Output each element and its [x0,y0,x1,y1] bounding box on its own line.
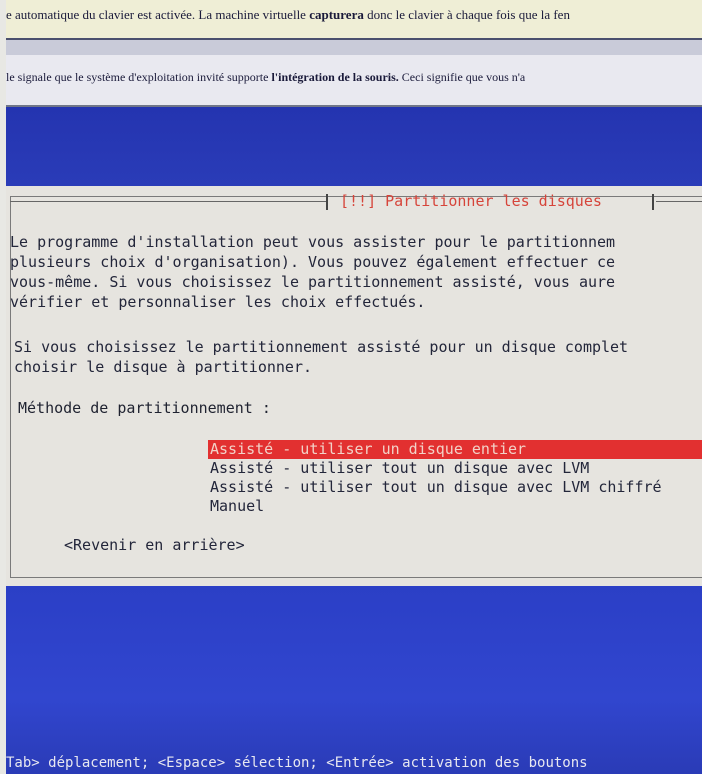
partition-method-list[interactable]: Assisté - utiliser un disque entier Assi… [208,440,702,516]
mouse-integration-text: le signale que le système d'exploitation… [6,70,526,84]
dialog-title-bar: [!!] Partitionner les disques [6,186,702,216]
vm-screen: e automatique du clavier est activée. La… [6,0,702,774]
title-rule-left [10,201,326,202]
keyboard-capture-notice: e automatique du clavier est activée. La… [6,0,702,40]
title-bracket-left [326,194,328,210]
notice-separator [6,40,702,55]
partition-dialog: [!!] Partitionner les disques Le program… [6,186,702,586]
title-bracket-right [652,194,654,210]
partition-method-label: Méthode de partitionnement : [18,399,271,417]
keyboard-help-bar: Tab> déplacement; <Espace> sélection; <E… [6,755,588,771]
option-guided-lvm[interactable]: Assisté - utiliser tout un disque avec L… [208,459,702,478]
dialog-title: [!!] Partitionner les disques [340,192,602,210]
installer-background-top [6,107,702,187]
mouse-integration-notice: le signale que le système d'exploitation… [6,55,702,107]
keyboard-capture-text: e automatique du clavier est activée. La… [6,7,570,22]
intro-paragraph: Le programme d'installation peut vous as… [10,233,616,311]
option-manual[interactable]: Manuel [208,497,702,516]
go-back-button[interactable]: <Revenir en arrière> [64,536,245,554]
option-guided-entire-disk[interactable]: Assisté - utiliser un disque entier [208,440,702,459]
installer-background-bottom [6,586,702,774]
option-guided-encrypted-lvm[interactable]: Assisté - utiliser tout un disque avec L… [208,478,702,497]
disk-choice-paragraph: Si vous choisissez le partitionnement as… [14,338,629,376]
title-rule-right [656,201,702,202]
